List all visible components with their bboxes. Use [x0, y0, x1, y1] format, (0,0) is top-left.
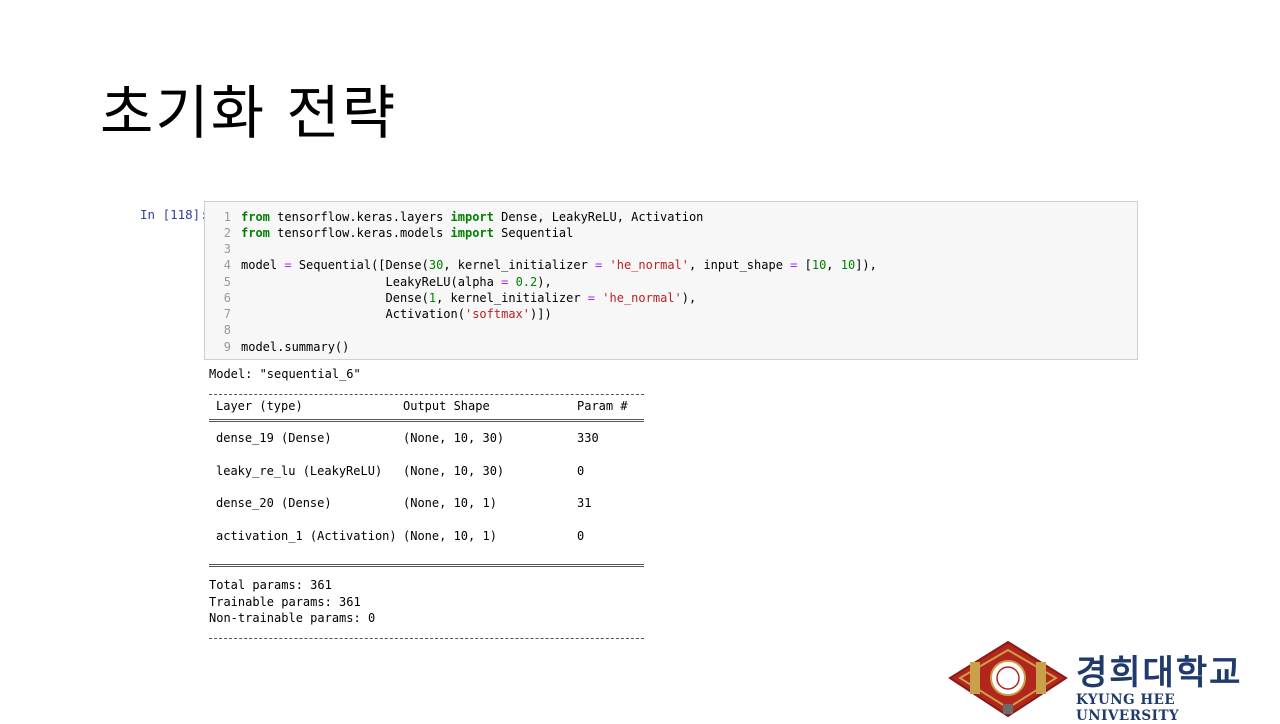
code-line[interactable]: 3: [205, 241, 1125, 257]
divider-line: [209, 638, 644, 639]
header-param: Param #: [577, 399, 628, 413]
divider-line: [209, 419, 644, 422]
code-text[interactable]: Dense(1, kernel_initializer = 'he_normal…: [241, 290, 696, 306]
header-output-shape: Output Shape: [403, 399, 490, 413]
param-count: 31: [577, 496, 592, 510]
divider-line: [209, 394, 644, 395]
output-shape: (None, 10, 30): [403, 431, 505, 445]
code-text[interactable]: Activation('softmax')]): [241, 306, 551, 322]
output-shape: (None, 10, 1): [403, 496, 497, 510]
code-line[interactable]: 7 Activation('softmax')]): [205, 306, 1125, 322]
header-layer: Layer (type): [216, 399, 303, 413]
code-cell[interactable]: 1 from tensorflow.keras.layers import Den…: [204, 201, 1138, 360]
line-number: 1: [223, 210, 231, 224]
code-line[interactable]: 8: [205, 322, 1125, 338]
param-count: 0: [577, 529, 585, 543]
code-text[interactable]: from tensorflow.keras.models import Sequ…: [241, 225, 573, 241]
slide-title: 초기화 전략: [100, 79, 398, 147]
line-number: 4: [223, 258, 231, 272]
cell-output: Model: "sequential_6" Layer (type) Outpu…: [209, 366, 769, 646]
param-count: 330: [577, 431, 599, 445]
layer-name: activation_1 (Activation): [216, 529, 397, 543]
university-seal-logo: [948, 640, 1068, 718]
code-line[interactable]: 6 Dense(1, kernel_initializer = 'he_norm…: [205, 290, 1125, 306]
output-shape: (None, 10, 30): [403, 464, 505, 478]
line-number: 2: [223, 226, 231, 240]
total-params: Total params: 361: [209, 578, 332, 592]
cell-prompt: In [118]:: [140, 207, 208, 222]
code-line[interactable]: 1 from tensorflow.keras.layers import Den…: [205, 209, 1125, 225]
layer-name: dense_19 (Dense): [216, 431, 332, 445]
code-line[interactable]: 2 from tensorflow.keras.models import Seq…: [205, 225, 1125, 241]
model-name-line: Model: "sequential_6": [209, 367, 361, 381]
line-number: 9: [223, 340, 231, 354]
non-trainable-params: Non-trainable params: 0: [209, 611, 376, 625]
university-name-english: KYUNG HEE UNIVERSITY: [1076, 692, 1180, 724]
line-number: 7: [223, 307, 231, 321]
output-shape: (None, 10, 1): [403, 529, 497, 543]
layer-name: leaky_re_lu (LeakyReLU): [216, 464, 383, 478]
code-line[interactable]: 5 LeakyReLU(alpha = 0.2),: [205, 274, 1125, 290]
layer-name: dense_20 (Dense): [216, 496, 332, 510]
code-text[interactable]: from tensorflow.keras.layers import Dens…: [241, 209, 703, 225]
code-text[interactable]: LeakyReLU(alpha = 0.2),: [241, 274, 551, 290]
code-text[interactable]: model = Sequential([Dense(30, kernel_ini…: [241, 257, 877, 273]
code-line[interactable]: 9 model.summary(): [205, 339, 1125, 355]
line-number: 5: [223, 275, 231, 289]
param-count: 0: [577, 464, 585, 478]
university-name-korean: 경희대학교: [1076, 653, 1243, 693]
divider-line: [209, 564, 644, 567]
code-text[interactable]: model.summary(): [241, 339, 349, 355]
code-line[interactable]: 4 model = Sequential([Dense(30, kernel_in…: [205, 257, 1125, 273]
line-number: 8: [223, 323, 231, 337]
trainable-params: Trainable params: 361: [209, 595, 361, 609]
line-number: 6: [223, 291, 231, 305]
line-number: 3: [223, 242, 231, 256]
